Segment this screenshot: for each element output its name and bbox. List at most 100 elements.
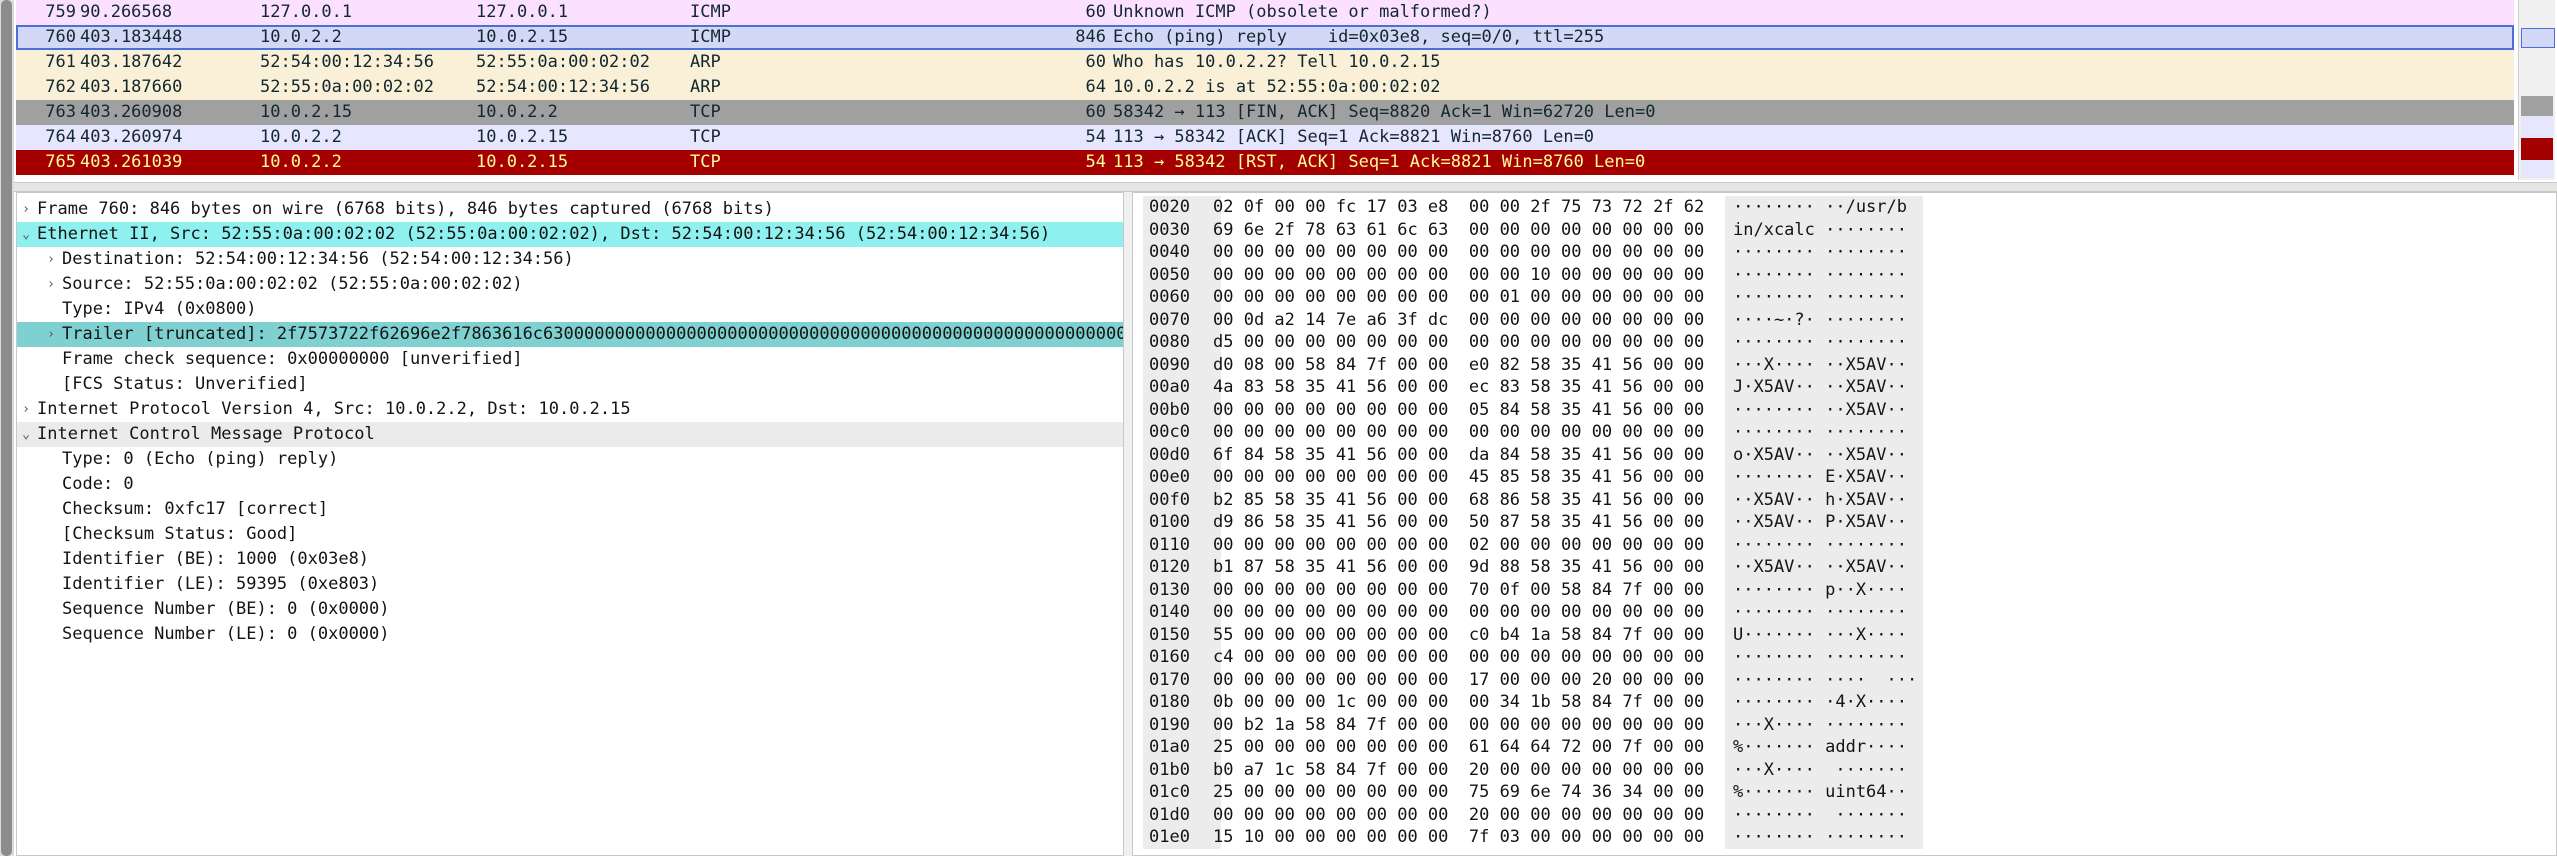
hex-ascii[interactable]: ········ ········ — [1725, 421, 1923, 444]
detail-tree-item[interactable]: Sequence Number (BE): 0 (0x0000) — [17, 597, 1123, 622]
hexdump-row[interactable]: 00d0 6f 84 58 35 41 56 00 00 da 84 58 35 … — [1133, 443, 2553, 466]
detail-tree-item[interactable]: › Internet Protocol Version 4, Src: 10.0.… — [17, 397, 1123, 422]
hex-ascii[interactable]: U······· ···X···· — [1725, 623, 1923, 646]
hex-ascii[interactable]: ··X5AV·· ··X5AV·· — [1725, 556, 1923, 579]
detail-tree-item[interactable]: Code: 0 — [17, 472, 1123, 497]
hex-ascii[interactable]: ········ ··X5AV·· — [1725, 398, 1923, 421]
hex-ascii[interactable]: ········ ········ — [1725, 826, 1923, 849]
hexdump-row[interactable]: 00b0 00 00 00 00 00 00 00 00 05 84 58 35 … — [1133, 398, 2553, 421]
hexdump-row[interactable]: 0090 d0 08 00 58 84 7f 00 00 e0 82 58 35 … — [1133, 353, 2553, 376]
hex-ascii[interactable]: ········ ········ — [1725, 263, 1923, 286]
detail-tree-item[interactable]: ⌄ Internet Control Message Protocol — [17, 422, 1123, 447]
hexdump-row[interactable]: 0080 d5 00 00 00 00 00 00 00 00 00 00 00 … — [1133, 331, 2553, 354]
packet-list-scrollbar[interactable] — [2518, 0, 2555, 180]
collapsed-chevron-icon[interactable]: › — [44, 322, 58, 347]
hex-ascii[interactable]: ········ ······· — [1725, 803, 1923, 826]
hex-ascii[interactable]: ········ ········ — [1725, 646, 1923, 669]
hex-ascii[interactable]: ··X5AV·· P·X5AV·· — [1725, 511, 1923, 534]
expanded-chevron-icon[interactable]: ⌄ — [19, 222, 33, 247]
hexdump-row[interactable]: 0040 00 00 00 00 00 00 00 00 00 00 00 00 … — [1133, 241, 2553, 264]
hexdump-row[interactable]: 0070 00 0d a2 14 7e a6 3f dc 00 00 00 00 … — [1133, 308, 2553, 331]
hex-ascii[interactable]: in/xcalc ········ — [1725, 218, 1923, 241]
hex-ascii[interactable]: ········ ········ — [1725, 533, 1923, 556]
hexdump-row[interactable]: 0050 00 00 00 00 00 00 00 00 00 00 10 00 … — [1133, 263, 2553, 286]
hex-ascii[interactable]: ········ ········ — [1725, 241, 1923, 264]
hexdump-row[interactable]: 01c0 25 00 00 00 00 00 00 00 75 69 6e 74 … — [1133, 781, 2553, 804]
packet-row[interactable]: 763 403.260908 10.0.2.15 10.0.2.2 TCP 60 58342… — [16, 100, 2514, 125]
detail-tree-item[interactable]: Identifier (LE): 59395 (0xe803) — [17, 572, 1123, 597]
detail-tree-item[interactable]: [Checksum Status: Good] — [17, 522, 1123, 547]
packet-protocol: TCP — [690, 152, 721, 172]
pane-splitter-horizontal[interactable] — [14, 182, 2557, 192]
collapsed-chevron-icon[interactable]: › — [44, 247, 58, 272]
packet-info: Who has 10.0.2.2? Tell 10.0.2.15 — [1113, 52, 1441, 72]
hexdump-row[interactable]: 0130 00 00 00 00 00 00 00 00 70 0f 00 58 … — [1133, 578, 2553, 601]
hexdump-row[interactable]: 01b0 b0 a7 1c 58 84 7f 00 00 20 00 00 00 … — [1133, 758, 2553, 781]
hex-ascii[interactable]: ········ ········ — [1725, 286, 1923, 309]
hex-ascii[interactable]: %······· addr···· — [1725, 736, 1923, 759]
hexdump-row[interactable]: 01e0 15 10 00 00 00 00 00 00 7f 03 00 00 … — [1133, 826, 2553, 849]
hex-ascii[interactable]: ········ ··/usr/b — [1725, 196, 1923, 219]
collapsed-chevron-icon[interactable]: › — [44, 272, 58, 297]
hex-ascii[interactable]: ········ ········ — [1725, 601, 1923, 624]
hex-ascii[interactable]: ···X···· ········ — [1725, 713, 1923, 736]
hexdump-row[interactable]: 0100 d9 86 58 35 41 56 00 00 50 87 58 35 … — [1133, 511, 2553, 534]
hexdump-row[interactable]: 0160 c4 00 00 00 00 00 00 00 00 00 00 00 … — [1133, 646, 2553, 669]
detail-tree-item[interactable]: › Destination: 52:54:00:12:34:56 (52:54:0… — [17, 247, 1123, 272]
packet-row[interactable]: 765 403.261039 10.0.2.2 10.0.2.15 TCP 54 113 →… — [16, 150, 2514, 175]
left-scrollbar-thumb[interactable] — [1, 0, 12, 856]
hex-ascii[interactable]: o·X5AV·· ··X5AV·· — [1725, 443, 1923, 466]
packet-no: 764 — [45, 127, 76, 147]
hexdump-row[interactable]: 0020 02 0f 00 00 fc 17 03 e8 00 00 2f 75 … — [1133, 196, 2553, 219]
detail-tree-item[interactable]: [FCS Status: Unverified] — [17, 372, 1123, 397]
packet-row[interactable]: 760 403.183448 10.0.2.2 10.0.2.15 ICMP 846 Ech… — [16, 25, 2514, 50]
hex-ascii[interactable]: ········ ········ — [1725, 331, 1923, 354]
hex-ascii[interactable]: ········ p··X···· — [1725, 578, 1923, 601]
hex-ascii[interactable]: ···X···· ······· — [1725, 758, 1923, 781]
hexdump-row[interactable]: 0180 0b 00 00 00 1c 00 00 00 00 34 1b 58 … — [1133, 691, 2553, 714]
hex-ascii[interactable]: %······· uint64·· — [1725, 781, 1923, 804]
detail-tree-item[interactable]: › Source: 52:55:0a:00:02:02 (52:55:0a:00:… — [17, 272, 1123, 297]
hexdump-row[interactable]: 0060 00 00 00 00 00 00 00 00 00 01 00 00 … — [1133, 286, 2553, 309]
detail-tree-label: Type: IPv4 (0x0800) — [62, 299, 257, 319]
left-scrollbar[interactable] — [0, 0, 14, 856]
detail-tree-item[interactable]: Identifier (BE): 1000 (0x03e8) — [17, 547, 1123, 572]
hex-ascii[interactable]: ········ E·X5AV·· — [1725, 466, 1923, 489]
detail-tree-item[interactable]: Type: 0 (Echo (ping) reply) — [17, 447, 1123, 472]
hexdump-row[interactable]: 00c0 00 00 00 00 00 00 00 00 00 00 00 00 … — [1133, 421, 2553, 444]
collapsed-chevron-icon[interactable]: › — [19, 197, 33, 222]
packet-row[interactable]: 761 403.187642 52:54:00:12:34:56 52:55:0a:0… — [16, 50, 2514, 75]
detail-tree-item[interactable]: Sequence Number (LE): 0 (0x0000) — [17, 622, 1123, 647]
packet-row[interactable]: 759 90.266568 127.0.0.1 127.0.0.1 ICMP 60 Unkn… — [16, 0, 2514, 25]
detail-tree-item[interactable]: ⌄ Ethernet II, Src: 52:55:0a:00:02:02 (52… — [17, 222, 1123, 247]
hex-ascii[interactable]: ····~·?· ········ — [1725, 308, 1923, 331]
hexdump-row[interactable]: 0030 69 6e 2f 78 63 61 6c 63 00 00 00 00 … — [1133, 218, 2553, 241]
hex-ascii[interactable]: ··X5AV·· h·X5AV·· — [1725, 488, 1923, 511]
hexdump-row[interactable]: 00f0 b2 85 58 35 41 56 00 00 68 86 58 35 … — [1133, 488, 2553, 511]
detail-tree-item[interactable]: › Frame 760: 846 bytes on wire (6768 bits… — [17, 197, 1123, 222]
hexdump-row[interactable]: 0170 00 00 00 00 00 00 00 00 17 00 00 00 … — [1133, 668, 2553, 691]
hexdump-row[interactable]: 0140 00 00 00 00 00 00 00 00 00 00 00 00 … — [1133, 601, 2553, 624]
hexdump-row[interactable]: 0120 b1 87 58 35 41 56 00 00 9d 88 58 35 … — [1133, 556, 2553, 579]
detail-tree-item[interactable]: › Trailer [truncated]: 2f7573722f62696e2f… — [17, 322, 1123, 347]
detail-tree-item[interactable]: Type: IPv4 (0x0800) — [17, 297, 1123, 322]
hex-ascii[interactable]: ···X···· ··X5AV·· — [1725, 353, 1923, 376]
expanded-chevron-icon[interactable]: ⌄ — [19, 422, 33, 447]
hexdump-row[interactable]: 01a0 25 00 00 00 00 00 00 00 61 64 64 72 … — [1133, 736, 2553, 759]
detail-tree-label: Frame check sequence: 0x00000000 [unveri… — [62, 349, 523, 369]
collapsed-chevron-icon[interactable]: › — [19, 397, 33, 422]
hex-ascii[interactable]: ········ ·4·X···· — [1725, 691, 1923, 714]
packet-row[interactable]: 762 403.187660 52:55:0a:00:02:02 52:54:00:1… — [16, 75, 2514, 100]
hexdump-row[interactable]: 0150 55 00 00 00 00 00 00 00 c0 b4 1a 58 … — [1133, 623, 2553, 646]
hexdump-row[interactable]: 01d0 00 00 00 00 00 00 00 00 20 00 00 00 … — [1133, 803, 2553, 826]
detail-tree-item[interactable]: Frame check sequence: 0x00000000 [unveri… — [17, 347, 1123, 372]
hex-ascii[interactable]: ········ ···· ··· — [1725, 668, 1923, 691]
hex-ascii[interactable]: J·X5AV·· ··X5AV·· — [1725, 376, 1923, 399]
hexdump-row[interactable]: 00a0 4a 83 58 35 41 56 00 00 ec 83 58 35 … — [1133, 376, 2553, 399]
detail-tree-item[interactable]: Checksum: 0xfc17 [correct] — [17, 497, 1123, 522]
packet-row[interactable]: 764 403.260974 10.0.2.2 10.0.2.15 TCP 54 113 →… — [16, 125, 2514, 150]
hexdump-row[interactable]: 00e0 00 00 00 00 00 00 00 00 45 85 58 35 … — [1133, 466, 2553, 489]
hexdump-row[interactable]: 0110 00 00 00 00 00 00 00 00 02 00 00 00 … — [1133, 533, 2553, 556]
pane-splitter-vertical[interactable] — [1124, 192, 1132, 856]
hexdump-row[interactable]: 0190 00 b2 1a 58 84 7f 00 00 00 00 00 00 … — [1133, 713, 2553, 736]
